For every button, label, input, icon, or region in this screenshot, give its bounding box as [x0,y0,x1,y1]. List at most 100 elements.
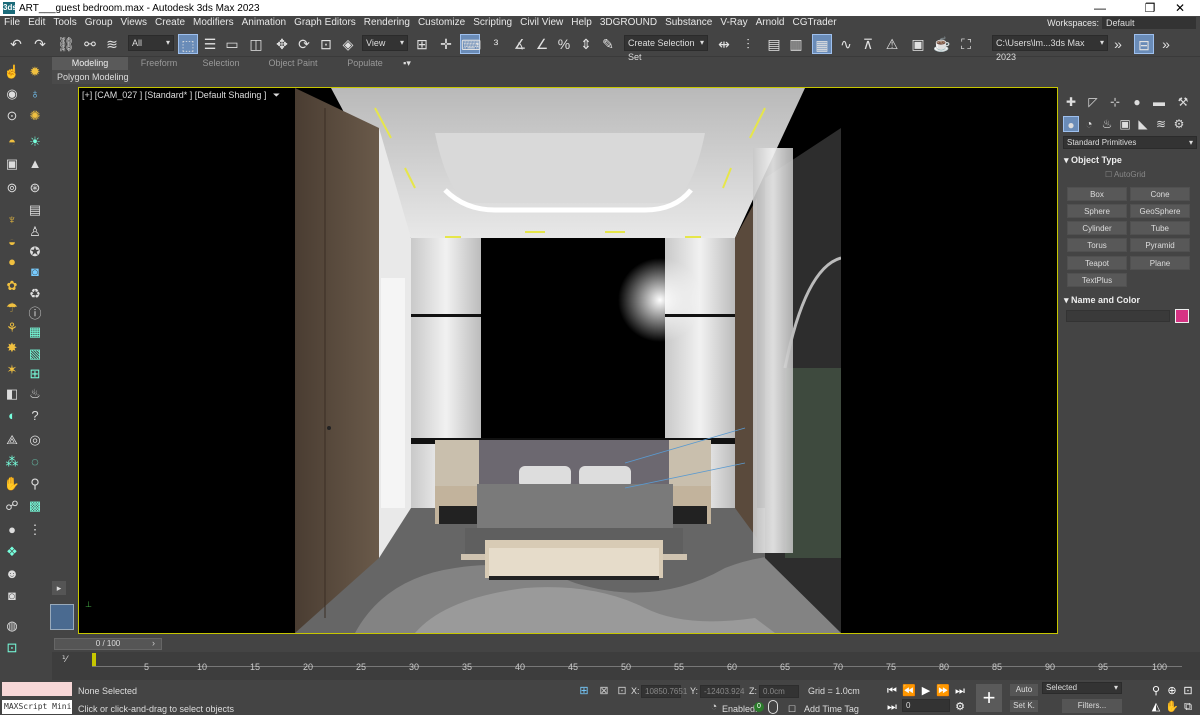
auto-key-button[interactable]: Auto [1010,684,1038,696]
camera-orbit-icon[interactable]: ◉ [3,85,21,103]
textplus-button[interactable]: TextPlus [1067,273,1127,287]
time-configuration-icon[interactable]: ⚙ [952,699,968,715]
lights-icon[interactable]: ♨ [1099,116,1115,132]
menu-group[interactable]: Group [81,16,117,30]
named-selection-sets-dropdown[interactable]: Create Selection Set [624,35,708,62]
reference-coordinate-dropdown[interactable]: View [362,35,408,51]
torus-button[interactable]: Torus [1067,238,1127,252]
viewport-label-text[interactable]: [+] [CAM_027 ] [Standard* ] [Default Sha… [82,90,266,100]
spot-light-icon[interactable]: ◓ [3,133,21,151]
teapot-icon[interactable]: ♨ [26,385,44,403]
cone-button[interactable]: Cone [1130,187,1190,201]
next-frame-arrow-icon[interactable]: › [152,638,155,648]
sun-light-icon[interactable]: ✸ [3,339,21,357]
selection-lock-icon[interactable]: ⊠ [596,683,612,699]
render-region-icon[interactable]: ▧ [26,345,44,363]
dots-icon[interactable]: ⋮ [26,521,44,539]
time-cursor[interactable] [92,653,96,667]
menu-cgtrader[interactable]: CGTrader [788,16,840,30]
angle-snap-icon[interactable]: ∡ [510,34,530,54]
menu-rendering[interactable]: Rendering [360,16,414,30]
toolbar-overflow-icon[interactable]: » [1108,34,1128,54]
isolate-selection-icon[interactable]: ⊞ [576,683,592,699]
add-time-tag[interactable]: Add Time Tag [804,704,859,714]
mirror-icon[interactable]: ⇹ [714,34,734,54]
zoom-extents-icon[interactable]: ⊡ [1180,683,1196,699]
ribbon-toggle-icon[interactable]: ▦ [812,34,832,54]
sky-icon[interactable]: ✶ [3,361,21,379]
placement-icon[interactable]: ◈ [338,34,358,54]
scene-converter-icon[interactable]: ⊡ [3,639,21,657]
nodes-icon[interactable]: ☍ [3,497,21,515]
move-icon[interactable]: ✥ [272,34,292,54]
minimize-button[interactable]: — [1080,0,1120,16]
hand-icon[interactable]: ✋ [3,475,21,493]
link-icon[interactable]: ⛓ [56,34,76,54]
material-editor-icon[interactable]: ⚠ [882,34,902,54]
set-key-icon[interactable]: + [976,684,1002,712]
pan-icon[interactable]: ✋ [1164,699,1180,715]
menu-substance[interactable]: Substance [661,16,716,30]
time-slider[interactable]: 0 / 100 [52,636,162,651]
camera-viewport[interactable]: ⊥ [78,87,1058,634]
key-filters-button[interactable]: Filters... [1062,699,1122,713]
previous-frame-icon[interactable]: ⏪ [901,683,917,699]
mesh-icon[interactable]: ◙ [3,587,21,605]
menu-views[interactable]: Views [117,16,152,30]
object-type-rollout[interactable]: ▾ Object Type [1064,154,1197,167]
menu-scripting[interactable]: Scripting [469,16,516,30]
undo-icon[interactable]: ↶ [6,34,26,54]
workspace-layout-icon[interactable]: ⊟ [1134,34,1154,54]
hierarchy-tab-icon[interactable]: ⊹ [1107,94,1123,110]
grid-icon[interactable]: ⊞ [26,365,44,383]
frame-buffer-icon[interactable]: ▦ [26,323,44,341]
help-icon[interactable]: ? [26,407,44,425]
maxscript-listener-pink[interactable] [2,682,72,696]
fur-icon[interactable]: ⚘ [3,319,21,337]
y-coord-field[interactable]: -12403.924 [700,685,744,698]
teapot-button[interactable]: Teapot [1067,256,1127,270]
cameras-icon[interactable]: ▣ [1117,116,1133,132]
menu-civil-view[interactable]: Civil View [516,16,567,30]
field-of-view-icon[interactable]: ◭ [1148,699,1164,715]
z-coord-field[interactable]: 0.0cm [759,685,799,698]
select-manipulate-icon[interactable]: ✛ [436,34,456,54]
ribbon-tab-populate[interactable]: Populate [334,57,396,70]
render-frame-icon[interactable]: ☕ [932,34,952,54]
autogrid-checkbox[interactable]: ☐ AutoGrid [1105,170,1146,179]
ribbon-tab-modeling[interactable]: Modeling [52,57,128,70]
render-production-icon[interactable]: ⛶ [956,34,976,54]
select-by-name-icon[interactable]: ☰ [200,34,220,54]
keyboard-shortcut-override-icon[interactable]: ⌨ [460,34,481,54]
ribbon-options-icon[interactable]: ▪▾ [396,57,418,70]
time-tag-toggle[interactable] [768,700,778,714]
menu-vray[interactable]: V-Ray [716,16,751,30]
systems-icon[interactable]: ⚙ [1171,116,1187,132]
percent-snap-icon[interactable]: ∠ [532,34,552,54]
project-path-dropdown[interactable]: C:\Users\lm...3ds Max 2023 [992,35,1108,62]
shapes-icon[interactable]: ◔ [1081,116,1097,132]
ring-icon[interactable]: ◎ [26,431,44,449]
spinner-snap-icon[interactable]: ⇕ [576,34,596,54]
user-icon[interactable]: ☻ [3,565,21,583]
utilities-tab-icon[interactable]: ⚒ [1175,94,1191,110]
menu-modifiers[interactable]: Modifiers [189,16,238,30]
play-icon[interactable]: ▶ [918,683,934,699]
modify-tab-icon[interactable]: ◸ [1085,94,1101,110]
unlink-icon[interactable]: ⚯ [80,34,100,54]
zoom-all-icon[interactable]: ⊕ [1164,683,1180,699]
track-bar[interactable]: ⅟ 5 10 15 20 25 30 35 40 45 50 55 60 65 … [52,652,1200,680]
curve-editor-icon[interactable]: ∿ [836,34,856,54]
scale-icon[interactable]: ⊡ [316,34,336,54]
dome-light-icon[interactable]: ◒ [3,233,21,251]
plane-button[interactable]: Plane [1130,256,1190,270]
object-name-input[interactable] [1066,310,1170,322]
go-to-start-icon[interactable]: ⏮ [884,683,900,699]
ies-light-icon[interactable]: ☂ [3,299,21,317]
cylinder-button[interactable]: Cylinder [1067,221,1127,235]
menu-graph-editors[interactable]: Graph Editors [290,16,360,30]
menu-arnold[interactable]: Arnold [752,16,789,30]
video-camera-icon[interactable]: ▣ [3,155,21,173]
scene-explorer-icon[interactable]: ▤ [764,34,784,54]
go-to-end-icon[interactable]: ⏭ [952,683,968,699]
